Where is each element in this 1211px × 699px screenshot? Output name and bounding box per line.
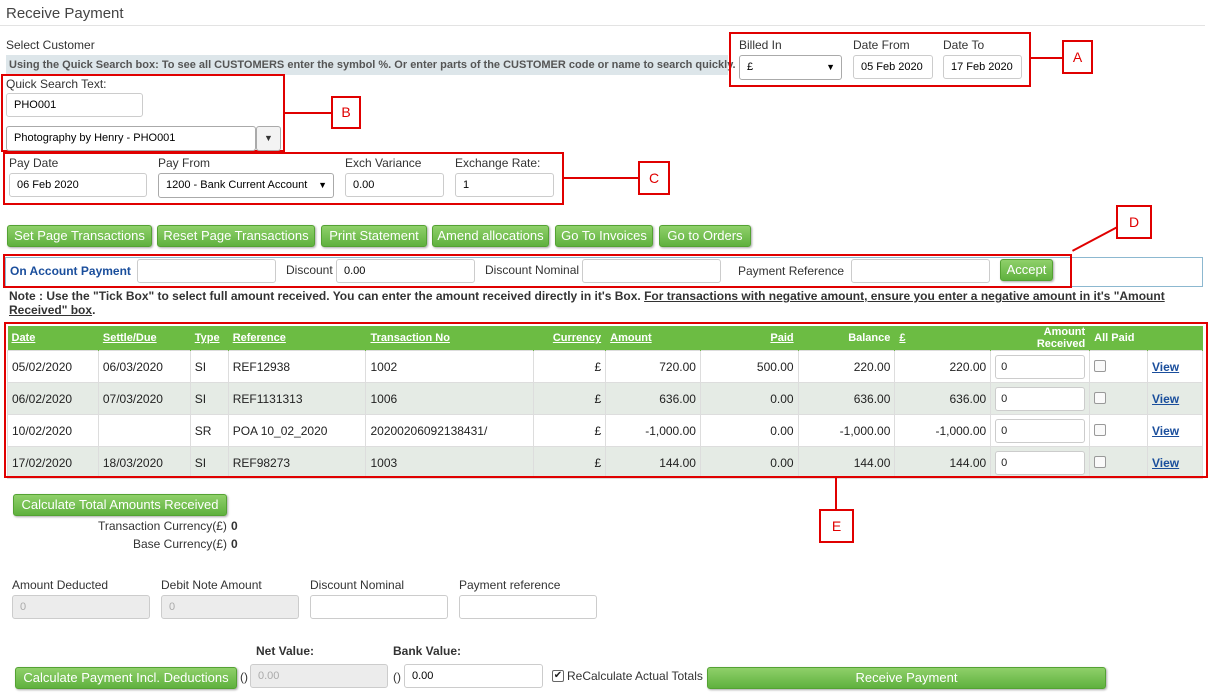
payment-reference-input[interactable] — [851, 259, 990, 283]
callout-line-b — [285, 112, 331, 114]
discount-label: Discount — [286, 263, 333, 277]
check-icon: ✔ — [553, 670, 563, 681]
transaction-currency-label: Transaction Currency(£) — [98, 519, 227, 533]
recalculate-label: ReCalculate Actual Totals — [567, 669, 703, 683]
callout-line-c — [564, 177, 638, 179]
reset-page-transactions-button[interactable]: Reset Page Transactions — [157, 225, 315, 247]
payment-reference-label: Payment Reference — [738, 264, 845, 278]
select-customer-label: Select Customer — [6, 38, 95, 52]
receive-payment-button[interactable]: Receive Payment — [707, 667, 1106, 689]
callout-a: A — [1062, 40, 1093, 74]
print-statement-button[interactable]: Print Statement — [321, 225, 427, 247]
base-currency-value: 0 — [231, 537, 238, 551]
pay-from-select[interactable]: 1200 - Bank Current Account ▼ — [158, 173, 334, 198]
customer-dropdown-button[interactable]: ▼ — [256, 126, 281, 151]
title-divider — [0, 25, 1205, 26]
calculate-payment-button[interactable]: Calculate Payment Incl. Deductions — [15, 667, 237, 689]
date-from-label: Date From — [853, 38, 910, 52]
billed-in-label: Billed In — [739, 38, 782, 52]
net-value-input[interactable]: 0.00 — [250, 664, 388, 688]
billed-in-select[interactable]: £ ▼ — [739, 55, 842, 80]
bank-value-label: Bank Value: — [393, 644, 462, 658]
deduction-payment-reference-input[interactable] — [459, 595, 597, 619]
caret-down-icon: ▼ — [318, 180, 327, 190]
bank-value-input[interactable]: 0.00 — [404, 664, 543, 688]
date-to-label: Date To — [943, 38, 985, 52]
note-end: . — [92, 303, 96, 317]
page-title: Receive Payment — [6, 5, 124, 22]
instruction-note: Note : Use the "Tick Box" to select full… — [9, 289, 1199, 317]
deduction-payment-reference-label: Payment reference — [459, 578, 561, 592]
discount-nominal-input[interactable] — [582, 259, 721, 283]
net-value-label: Net Value: — [256, 644, 315, 658]
customer-select-value: Photography by Henry - PHO001 — [14, 132, 176, 144]
go-to-orders-button[interactable]: Go to Orders — [659, 225, 751, 247]
amend-allocations-button[interactable]: Amend allocations — [432, 225, 549, 247]
callout-c: C — [638, 161, 670, 195]
billed-in-value: £ — [747, 61, 754, 73]
caret-down-icon: ▼ — [826, 62, 835, 72]
caret-down-icon: ▼ — [264, 133, 273, 143]
bank-value-prefix: () — [393, 670, 401, 684]
pay-from-value: 1200 - Bank Current Account — [166, 179, 308, 191]
quick-search-label: Quick Search Text: — [6, 77, 107, 91]
go-to-invoices-button[interactable]: Go To Invoices — [555, 225, 653, 247]
amount-deducted-input[interactable]: 0 — [12, 595, 150, 619]
note-warning: For transactions with negative amount, e… — [644, 289, 1165, 303]
on-account-input[interactable] — [137, 259, 276, 283]
calculate-total-received-button[interactable]: Calculate Total Amounts Received — [13, 494, 227, 516]
callout-line-e — [835, 478, 837, 510]
pay-date-input[interactable]: 06 Feb 2020 — [9, 173, 147, 197]
debit-note-input[interactable]: 0 — [161, 595, 299, 619]
exch-variance-input[interactable]: 0.00 — [345, 173, 444, 197]
discount-input[interactable]: 0.00 — [336, 259, 475, 283]
net-value-prefix: () — [240, 670, 248, 684]
set-page-transactions-button[interactable]: Set Page Transactions — [7, 225, 152, 247]
recalculate-checkbox[interactable]: ✔ — [552, 670, 564, 682]
exchange-rate-label: Exchange Rate: — [455, 156, 541, 170]
accept-button[interactable]: Accept — [1000, 259, 1053, 281]
callout-d: D — [1116, 205, 1152, 239]
discount-nominal-label: Discount Nominal — [485, 263, 580, 277]
quick-search-hint: Using the Quick Search box: To see all C… — [6, 55, 736, 75]
exch-variance-label: Exch Variance — [345, 156, 422, 170]
callout-line-a — [1031, 57, 1062, 59]
base-currency-label: Base Currency(£) — [133, 537, 228, 551]
note-warning-cont: Received" box — [9, 303, 93, 317]
callout-e: E — [819, 509, 854, 543]
date-from-input[interactable]: 05 Feb 2020 — [853, 55, 933, 79]
debit-note-label: Debit Note Amount — [161, 578, 262, 592]
exchange-rate-input[interactable]: 1 — [455, 173, 554, 197]
deduction-discount-nominal-input[interactable] — [310, 595, 448, 619]
deduction-discount-nominal-label: Discount Nominal — [310, 578, 405, 592]
callout-b: B — [331, 96, 361, 129]
note-text: Note : Use the "Tick Box" to select full… — [9, 289, 641, 303]
pay-from-label: Pay From — [158, 156, 211, 170]
annotation-box-e — [4, 322, 1208, 478]
quick-search-input[interactable]: PHO001 — [6, 93, 143, 117]
date-to-input[interactable]: 17 Feb 2020 — [943, 55, 1022, 79]
amount-deducted-label: Amount Deducted — [12, 578, 109, 592]
pay-date-label: Pay Date — [9, 156, 59, 170]
transaction-currency-value: 0 — [231, 519, 238, 533]
on-account-label: On Account Payment — [10, 264, 131, 278]
customer-select[interactable]: Photography by Henry - PHO001 — [6, 126, 256, 151]
